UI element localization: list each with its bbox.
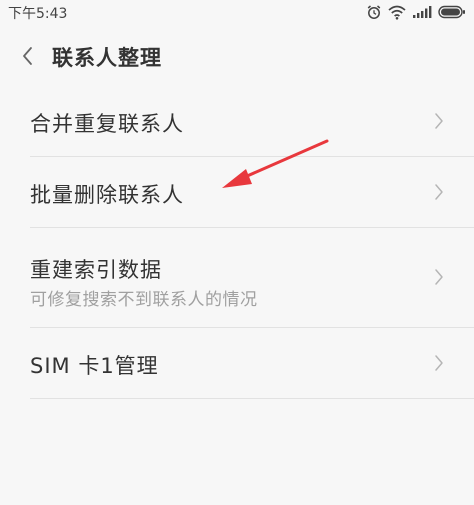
chevron-right-icon [435, 184, 443, 200]
list-item-title: 合并重复联系人 [30, 112, 184, 136]
chevron-right-icon [435, 269, 443, 285]
signal-icon [413, 6, 432, 18]
status-time: 下午5:43 [8, 6, 68, 22]
list-item-title: 批量删除联系人 [30, 183, 184, 207]
page-title: 联系人整理 [52, 46, 162, 70]
status-bar: 下午5:43 [0, 0, 474, 24]
chevron-right-icon [435, 355, 443, 371]
battery-icon [438, 5, 465, 19]
chevron-left-icon[interactable] [18, 44, 38, 68]
chevron-right-icon [435, 113, 443, 129]
settings-list: 合并重复联系人 批量删除联系人 重建索引数据 可修复搜索不到联系人的情况 SIM… [0, 86, 474, 399]
list-item-rebuild-index[interactable]: 重建索引数据 可修复搜索不到联系人的情况 [30, 228, 474, 328]
status-icons [366, 4, 466, 20]
list-item-title: SIM 卡1管理 [30, 354, 159, 378]
list-item-sim-management[interactable]: SIM 卡1管理 [30, 328, 474, 399]
list-item-batch-delete[interactable]: 批量删除联系人 [30, 157, 474, 228]
wifi-icon [388, 5, 406, 20]
header: 联系人整理 [0, 24, 474, 88]
list-item-title: 重建索引数据 [30, 258, 162, 282]
alarm-icon [367, 5, 381, 19]
list-item-merge-duplicates[interactable]: 合并重复联系人 [30, 86, 474, 157]
list-item-subtitle: 可修复搜索不到联系人的情况 [30, 290, 258, 310]
